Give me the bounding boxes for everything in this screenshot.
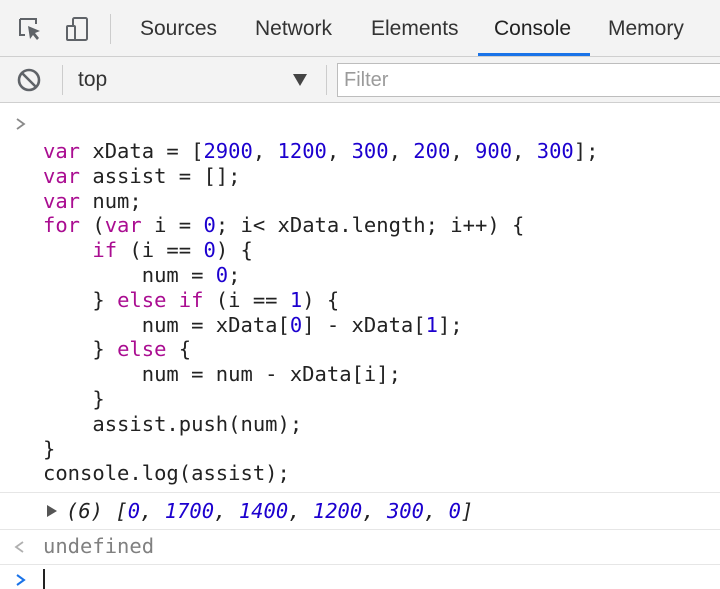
tab-network[interactable]: Network	[255, 15, 332, 43]
filter-input[interactable]	[337, 63, 720, 97]
log-result-row[interactable]: (6) [0, 1700, 1400, 1200, 300, 0]	[0, 493, 720, 529]
tab-memory[interactable]: Memory	[608, 15, 684, 43]
return-value: undefined	[43, 534, 155, 558]
tab-sources[interactable]: Sources	[140, 15, 217, 43]
toolbar-divider	[62, 65, 63, 95]
console-toolbar: top	[0, 57, 720, 103]
context-value: top	[78, 68, 108, 91]
return-value-row: undefined	[0, 530, 720, 564]
dropdown-arrow-icon	[293, 74, 307, 86]
return-arrow-icon	[14, 541, 24, 553]
device-toolbar-icon[interactable]	[64, 16, 90, 42]
console-messages: var xData = [2900, 1200, 300, 200, 900, …	[0, 103, 720, 589]
active-tab-indicator	[478, 53, 590, 56]
toolbar-divider	[326, 65, 327, 95]
expand-triangle-icon[interactable]	[46, 504, 58, 518]
command-code: var xData = [2900, 1200, 300, 200, 900, …	[43, 139, 599, 486]
clear-console-icon[interactable]	[16, 67, 42, 93]
context-selector[interactable]: top	[66, 63, 322, 97]
inspect-element-icon[interactable]	[17, 16, 43, 42]
devtools-tab-bar: Sources Network Elements Console Memory	[0, 0, 720, 57]
text-caret	[43, 569, 45, 589]
toolbar-divider	[110, 14, 111, 44]
array-preview: (6) [0, 1700, 1400, 1200, 300, 0]	[66, 499, 474, 523]
prompt-chevron-icon	[16, 574, 26, 586]
tab-elements[interactable]: Elements	[371, 15, 459, 43]
console-prompt[interactable]	[0, 565, 720, 589]
input-prompt-icon	[16, 118, 26, 130]
tab-console[interactable]: Console	[494, 15, 571, 43]
